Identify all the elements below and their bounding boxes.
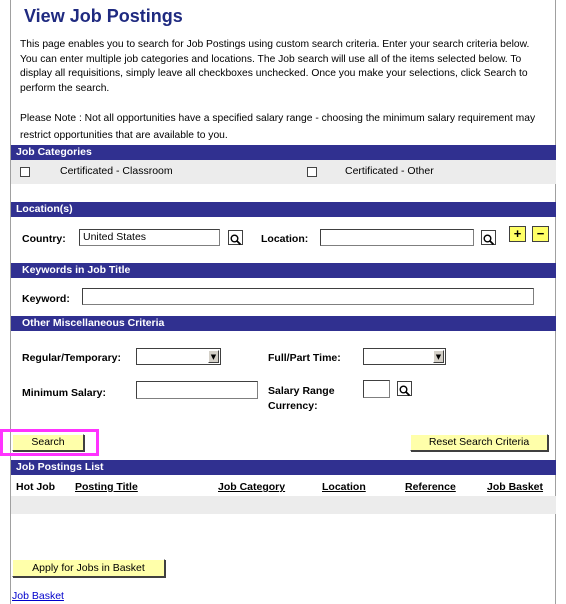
chevron-down-icon: ▼ [433,350,444,363]
minimum-salary-input[interactable] [136,381,258,399]
reset-search-criteria-button[interactable]: Reset Search Criteria [410,434,548,451]
location-lookup-icon[interactable] [481,230,496,246]
search-button[interactable]: Search [12,434,84,451]
col-location[interactable]: Location [322,481,366,493]
category-label-classroom: Certificated - Classroom [60,165,173,177]
col-posting-title[interactable]: Posting Title [75,481,138,493]
regular-temporary-select[interactable]: ▼ [136,348,221,365]
full-part-time-label: Full/Part Time: [268,352,341,364]
category-checkbox-other[interactable] [307,167,317,177]
misc-criteria-header: Other Miscellaneous Criteria [11,316,556,331]
locations-header: Location(s) [11,202,556,217]
salary-note: Please Note : Not all opportunities have… [20,113,536,141]
apply-for-jobs-button[interactable]: Apply for Jobs in Basket [12,559,165,577]
chevron-down-icon: ▼ [208,350,219,363]
keyword-label: Keyword: [22,293,70,305]
country-input[interactable]: United States [79,229,220,246]
currency-input[interactable] [363,380,390,398]
keyword-input[interactable] [82,288,534,305]
page-title: View Job Postings [24,6,183,26]
keywords-header: Keywords in Job Title [11,263,556,278]
country-label: Country: [22,233,66,245]
postings-empty-row [11,496,556,514]
job-postings-list-header: Job Postings List [11,460,556,475]
regular-temporary-label: Regular/Temporary: [22,352,121,364]
minimum-salary-label: Minimum Salary: [22,387,107,399]
full-part-time-select[interactable]: ▼ [363,348,446,365]
job-basket-link[interactable]: Job Basket [12,590,64,602]
currency-lookup-icon[interactable] [397,381,412,397]
category-label-other: Certificated - Other [345,165,434,177]
remove-location-button[interactable]: − [532,226,549,242]
col-job-category[interactable]: Job Category [218,481,285,493]
add-location-button[interactable]: + [509,226,526,242]
col-reference[interactable]: Reference [405,481,456,493]
location-input[interactable] [320,229,474,246]
intro-text: This page enables you to search for Job … [20,39,530,94]
country-lookup-icon[interactable] [228,230,243,246]
location-label: Location: [261,233,309,245]
category-checkbox-classroom[interactable] [20,167,30,177]
col-hot-job: Hot Job [16,481,56,493]
currency-label: Currency: [268,400,318,412]
salary-range-label: Salary Range [268,385,335,397]
job-categories-header: Job Categories [11,145,556,160]
col-job-basket[interactable]: Job Basket [487,481,543,493]
